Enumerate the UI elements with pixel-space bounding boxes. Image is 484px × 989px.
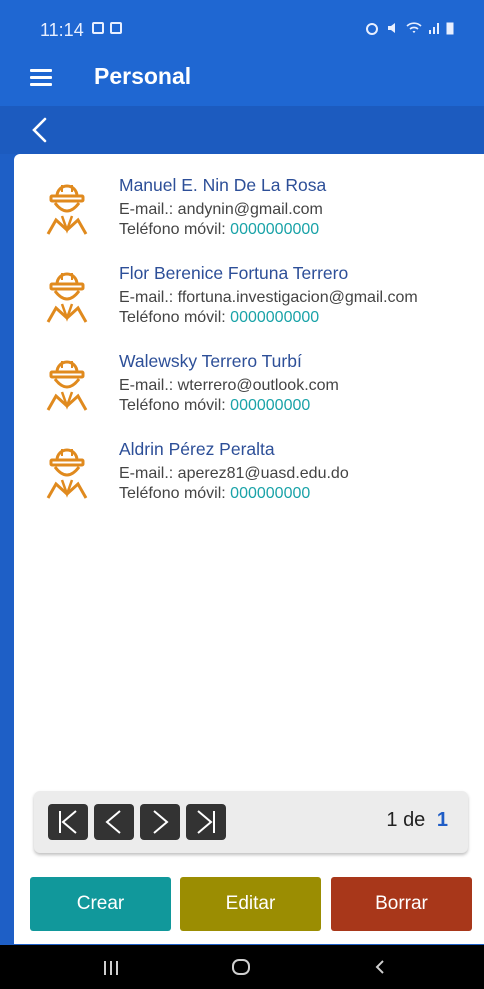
app-screen: 11:14 Personal Manuel E. Nin De La Rosa …	[0, 0, 484, 989]
previous-page-icon	[105, 810, 121, 834]
list-item[interactable]: Manuel E. Nin De La Rosa E-mail.: andyni…	[14, 172, 484, 260]
last-page-button[interactable]	[186, 804, 226, 840]
list-item[interactable]: Walewsky Terrero Turbí E-mail.: wterrero…	[14, 348, 484, 436]
gallery-icon	[92, 22, 104, 34]
system-nav-bar	[0, 945, 484, 989]
phone-link[interactable]: 0000000000	[230, 221, 319, 238]
person-phone: Teléfono móvil: 000000000	[119, 485, 311, 502]
status-time: 11:14	[40, 20, 84, 40]
current-page: 1	[386, 809, 398, 831]
person-name: Manuel E. Nin De La Rosa	[119, 175, 327, 195]
photo-icon	[110, 22, 122, 34]
battery-icon	[446, 22, 454, 35]
person-phone: Teléfono móvil: 0000000000	[119, 309, 320, 326]
notification-icons	[92, 22, 122, 34]
first-page-button[interactable]	[48, 804, 88, 840]
status-bar: 11:14	[0, 0, 484, 48]
recents-icon[interactable]	[104, 961, 120, 975]
nav-back-icon[interactable]	[372, 958, 388, 976]
list-item[interactable]: Aldrin Pérez Peralta E-mail.: aperez81@u…	[14, 436, 484, 524]
phone-link[interactable]: 000000000	[230, 485, 310, 502]
page-indicator: 1 de 1	[386, 809, 448, 832]
create-button[interactable]: Crear	[30, 877, 171, 931]
wifi-icon	[406, 22, 422, 33]
list-item[interactable]: Flor Berenice Fortuna Terrero E-mail.: f…	[14, 260, 484, 348]
system-status-icons	[364, 21, 454, 35]
signal-icon	[429, 23, 439, 34]
back-arrow-icon[interactable]	[28, 116, 54, 144]
edit-button[interactable]: Editar	[180, 877, 321, 931]
menu-icon[interactable]	[30, 69, 52, 86]
person-phone: Teléfono móvil: 0000000000	[119, 221, 320, 238]
person-email: E-mail.: andynin@gmail.com	[119, 201, 323, 218]
pager: 1 de 1	[34, 791, 468, 853]
total-pages: 1	[436, 809, 448, 831]
person-name: Aldrin Pérez Peralta	[119, 439, 275, 459]
person-email: E-mail.: wterrero@outlook.com	[119, 377, 339, 394]
next-page-button[interactable]	[140, 804, 180, 840]
home-icon[interactable]	[232, 959, 250, 975]
phone-link[interactable]: 000000000	[230, 397, 310, 414]
alarm-icon	[366, 23, 378, 35]
app-bar: Personal	[0, 48, 484, 106]
delete-button[interactable]: Borrar	[331, 877, 472, 931]
back-bar	[0, 106, 484, 154]
last-page-icon	[197, 810, 215, 834]
first-page-icon	[59, 810, 77, 834]
worker-helmet-icon	[46, 448, 88, 499]
person-phone: Teléfono móvil: 000000000	[119, 397, 311, 414]
mute-icon	[388, 23, 395, 33]
phone-link[interactable]: 0000000000	[230, 309, 319, 326]
person-name: Flor Berenice Fortuna Terrero	[119, 263, 349, 283]
previous-page-button[interactable]	[94, 804, 134, 840]
content-panel: Manuel E. Nin De La Rosa E-mail.: andyni…	[14, 154, 484, 944]
person-email: E-mail.: aperez81@uasd.edu.do	[119, 465, 349, 482]
page-title: Personal	[94, 63, 192, 89]
worker-helmet-icon	[46, 272, 88, 323]
person-name: Walewsky Terrero Turbí	[119, 351, 302, 371]
person-email: E-mail.: ffortuna.investigacion@gmail.co…	[119, 289, 418, 306]
worker-helmet-icon	[46, 184, 88, 235]
page-separator: de	[403, 809, 426, 831]
next-page-icon	[153, 810, 169, 834]
worker-helmet-icon	[46, 360, 88, 411]
